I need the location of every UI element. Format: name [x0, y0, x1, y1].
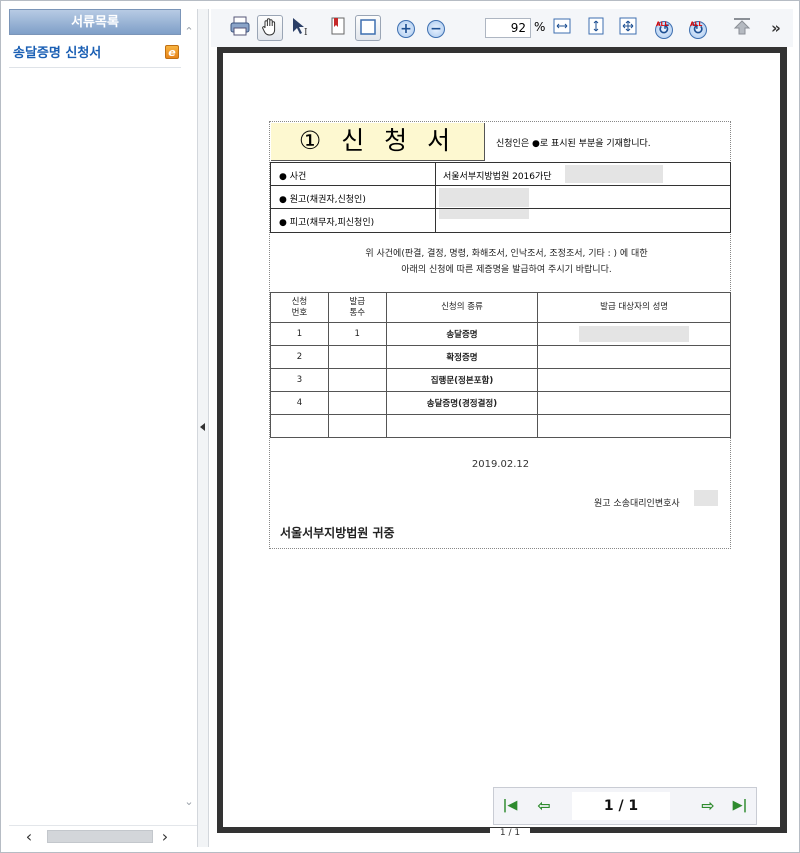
rotate-all-left-icon[interactable]: ALL ↺ [651, 15, 677, 41]
collapse-panel-icon[interactable] [200, 423, 205, 431]
document-list: 송달증명 신청서 e [9, 35, 181, 825]
document-viewer-window: 서류목록 송달증명 신청서 e ⌃ ⌄ ‹ › I + − 92 % ALL ↺… [0, 0, 800, 853]
zoom-input[interactable]: 92 [485, 18, 531, 38]
table-header-cell: 발급 통수 [327, 292, 387, 323]
form-title: ① 신 청 서 [271, 123, 485, 161]
table-cell [327, 414, 387, 438]
scroll-down-icon[interactable]: ⌄ [183, 795, 195, 809]
request-table: 신청 번호 발급 통수 신청의 종류 발급 대상자의 성명 1 1 송달증명 2… [270, 292, 731, 438]
table-cell: 송달증명(경정결정) [385, 391, 539, 415]
hand-tool-icon[interactable] [257, 15, 283, 41]
table-row [270, 414, 731, 438]
page-navigation-bar: |◀ ⇦ 1 / 1 ⇨ ▶| [493, 787, 757, 825]
more-tools-icon[interactable]: » [763, 15, 789, 41]
document-list-item[interactable]: 송달증명 신청서 e [9, 35, 181, 68]
scroll-right-icon[interactable]: › [155, 827, 175, 847]
table-cell [327, 391, 387, 415]
table-row: 1 1 송달증명 [270, 322, 731, 346]
application-form: ① 신 청 서 신청인은 ●로 표시된 부분을 기재합니다. ● 사건 서울서부… [269, 121, 731, 549]
redacted-area [439, 209, 529, 219]
ie-document-icon[interactable]: e [165, 45, 179, 59]
document-page: ① 신 청 서 신청인은 ●로 표시된 부분을 기재합니다. ● 사건 서울서부… [223, 53, 780, 838]
table-cell [327, 345, 387, 369]
scroll-up-icon[interactable]: ⌃ [183, 25, 195, 39]
table-cell: 집행문(정본포함) [385, 368, 539, 392]
table-cell [270, 414, 329, 438]
table-header-cell: 발급 대상자의 성명 [537, 292, 731, 323]
viewer-toolbar: I + − 92 % ALL ↺ ALL ↻ » [211, 9, 793, 47]
form-note: 신청인은 ●로 표시된 부분을 기재합니다. [496, 139, 651, 149]
table-cell [537, 391, 731, 415]
horizontal-scrollbar[interactable]: ‹ › [9, 825, 197, 847]
document-list-panel: 서류목록 송달증명 신청서 e ⌃ ⌄ ‹ › [9, 9, 197, 847]
table-cell: 1 [270, 322, 329, 346]
page-number-input[interactable]: 1 / 1 [572, 792, 670, 820]
table-cell [327, 368, 387, 392]
statement-line-2: 아래의 신청에 따른 제증명을 발급하여 주시기 바랍니다. [401, 265, 612, 275]
case-info-row: ● 사건 서울서부지방법원 2016가단 [271, 163, 730, 186]
plaintiff-label: ● 원고(채권자,신청인) [271, 186, 436, 209]
printer-icon[interactable] [227, 15, 253, 41]
document-canvas[interactable]: ① 신 청 서 신청인은 ●로 표시된 부분을 기재합니다. ● 사건 서울서부… [217, 47, 787, 838]
zoom-percent-label: % [534, 20, 546, 34]
table-cell [537, 322, 731, 346]
prev-page-icon[interactable]: ⇦ [534, 796, 554, 816]
bookmark-icon[interactable] [325, 15, 351, 41]
table-cell: 송달증명 [385, 322, 539, 346]
page-indicator: 1 / 1 [490, 828, 530, 838]
case-label: ● 사건 [271, 163, 436, 186]
table-cell [537, 414, 731, 438]
table-header-cell: 신청 번호 [270, 292, 329, 323]
table-row: 3 집행문(정본포함) [270, 368, 731, 392]
document-item-label: 송달증명 신청서 [13, 46, 102, 61]
form-date: 2019.02.12 [471, 459, 530, 470]
table-header-cell: 신청의 종류 [385, 292, 539, 323]
table-row: 2 확정증명 [270, 345, 731, 369]
defendant-label: ● 피고(채무자,피신청인) [271, 209, 436, 232]
scroll-left-icon[interactable]: ‹ [19, 827, 39, 847]
table-cell: 3 [270, 368, 329, 392]
table-cell [537, 345, 731, 369]
form-court: 서울서부지방법원 귀중 [280, 526, 395, 540]
redacted-area [579, 326, 690, 342]
table-cell [537, 368, 731, 392]
request-statement: 위 사건에(판결, 결정, 명령, 화해조서, 인낙조서, 조정조서, 기타 :… [270, 246, 731, 278]
redacted-area [439, 188, 529, 207]
table-cell: 확정증명 [385, 345, 539, 369]
document-list-header: 서류목록 [9, 9, 181, 35]
fullscreen-icon[interactable] [615, 15, 641, 41]
rotate-all-left-badge: ALL [656, 21, 669, 28]
select-text-icon[interactable]: I [287, 15, 313, 41]
last-page-icon[interactable]: ▶| [730, 796, 750, 816]
form-agent: 원고 소송대리인변호사 [594, 499, 680, 509]
first-page-icon[interactable]: |◀ [500, 796, 520, 816]
panel-splitter[interactable] [197, 9, 209, 847]
plaintiff-info-row: ● 원고(채권자,신청인) [271, 186, 730, 209]
vertical-scrollbar[interactable]: ⌃ ⌄ [181, 9, 197, 825]
redacted-area [694, 490, 718, 506]
rotate-all-right-badge: ALL [690, 21, 703, 28]
fit-page-icon[interactable] [355, 15, 381, 41]
case-info-table: ● 사건 서울서부지방법원 2016가단 ● 원고(채권자,신청인) ● 피고(… [270, 162, 731, 233]
zoom-in-icon[interactable]: + [393, 15, 419, 41]
rotate-all-right-icon[interactable]: ALL ↻ [685, 15, 711, 41]
fit-width-icon[interactable] [549, 15, 575, 41]
table-row: 4 송달증명(경정결정) [270, 391, 731, 415]
svg-text:I: I [304, 28, 308, 37]
fit-height-icon[interactable] [583, 15, 609, 41]
horizontal-scroll-thumb[interactable] [47, 830, 153, 843]
pdf-viewer: I + − 92 % ALL ↺ ALL ↻ » ① 신 청 서 신청인은 ●로… [211, 9, 793, 847]
defendant-info-row: ● 피고(채무자,피신청인) [271, 209, 730, 232]
table-header-row: 신청 번호 발급 통수 신청의 종류 발급 대상자의 성명 [270, 292, 731, 323]
zoom-out-icon[interactable]: − [423, 15, 449, 41]
table-cell: 4 [270, 391, 329, 415]
next-page-icon[interactable]: ⇨ [698, 796, 718, 816]
case-value: 서울서부지방법원 2016가단 [443, 172, 552, 182]
upload-icon[interactable] [729, 15, 755, 41]
statement-line-1: 위 사건에(판결, 결정, 명령, 화해조서, 인낙조서, 조정조서, 기타 :… [365, 249, 648, 259]
redacted-area [565, 165, 663, 183]
table-cell: 1 [327, 322, 387, 346]
table-cell [385, 414, 539, 438]
table-cell: 2 [270, 345, 329, 369]
